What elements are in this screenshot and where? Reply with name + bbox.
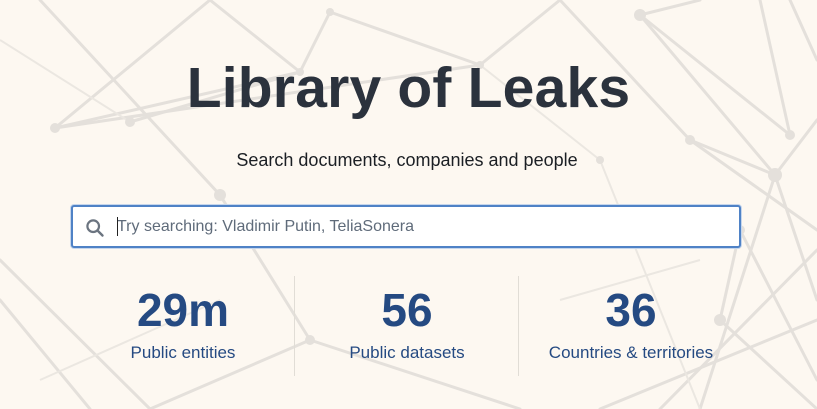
page-subtitle: Search documents, companies and people — [236, 150, 578, 170]
search-box[interactable] — [71, 205, 741, 248]
stat-public-datasets: 56 Public datasets — [295, 276, 519, 376]
hero-section: Library of Leaks Search documents, compa… — [0, 0, 817, 409]
search-icon — [86, 219, 104, 237]
stat-label: Public datasets — [349, 343, 465, 362]
stats-row: 29m Public entities 56 Public datasets 3… — [71, 276, 743, 376]
stat-value: 36 — [605, 284, 657, 336]
search-input[interactable] — [113, 207, 732, 246]
stat-label: Countries & territories — [548, 343, 714, 362]
stat-value: 29m — [136, 284, 230, 336]
stat-value: 56 — [381, 284, 433, 336]
stat-public-entities: 29m Public entities — [71, 276, 295, 376]
text-cursor — [117, 217, 118, 236]
page-title: Library of Leaks — [186, 56, 631, 120]
stat-countries-territories: 36 Countries & territories — [519, 276, 743, 376]
stat-label: Public entities — [130, 343, 236, 362]
